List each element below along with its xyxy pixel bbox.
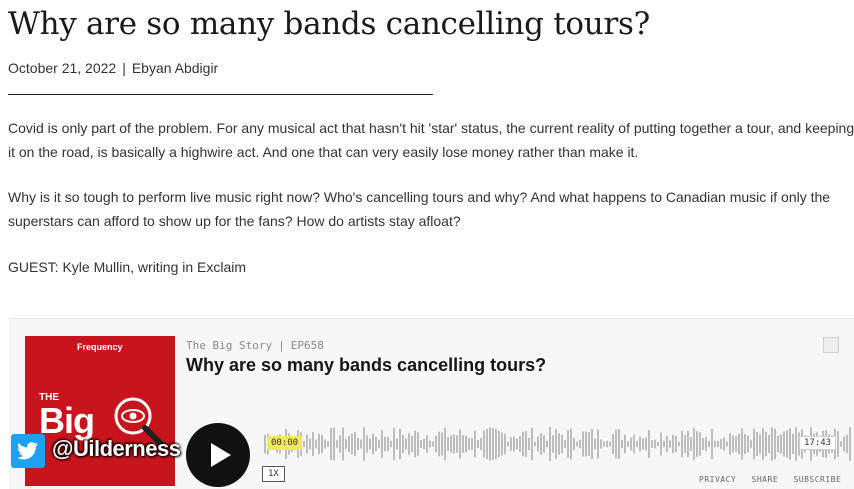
total-duration: 17:43 xyxy=(799,436,837,450)
title-divider xyxy=(8,94,433,95)
episode-number: EP658 xyxy=(290,339,324,352)
show-name: The Big Story xyxy=(186,339,273,352)
current-time: 00:00 xyxy=(267,436,303,450)
article-meta: October 21, 2022 | Ebyan Abdigir xyxy=(8,60,218,76)
twitter-handle: @Uilderness xyxy=(52,436,181,461)
episode-title: Why are so many bands cancelling tours? xyxy=(186,355,547,375)
podcast-cover-art: Frequency THE Big xyxy=(25,336,175,486)
play-button[interactable] xyxy=(186,423,250,487)
article-paragraph-1: Covid is only part of the problem. For a… xyxy=(8,120,854,160)
expand-icon[interactable] xyxy=(823,337,839,353)
podcast-player: Frequency THE Big The Big Story | EP658 Wh… xyxy=(9,318,854,489)
play-icon xyxy=(211,443,231,467)
cover-brand: Frequency xyxy=(77,342,123,352)
episode-meta: The Big Story | EP658 xyxy=(186,339,324,352)
article-paragraph-2: Why is it so tough to perform live music… xyxy=(8,189,831,229)
article-author[interactable]: Ebyan Abdigir xyxy=(132,60,218,76)
twitter-bird-icon xyxy=(11,434,45,468)
audio-waveform-scrubber[interactable] xyxy=(264,423,854,465)
meta-separator: | xyxy=(122,60,126,76)
episode-meta-separator: | xyxy=(278,339,285,352)
article-date: October 21, 2022 xyxy=(8,60,117,76)
article-guest-line: GUEST: Kyle Mullin, writing in Exclaim xyxy=(8,259,247,275)
article-title: Why are so many bands cancelling tours? xyxy=(8,6,650,42)
